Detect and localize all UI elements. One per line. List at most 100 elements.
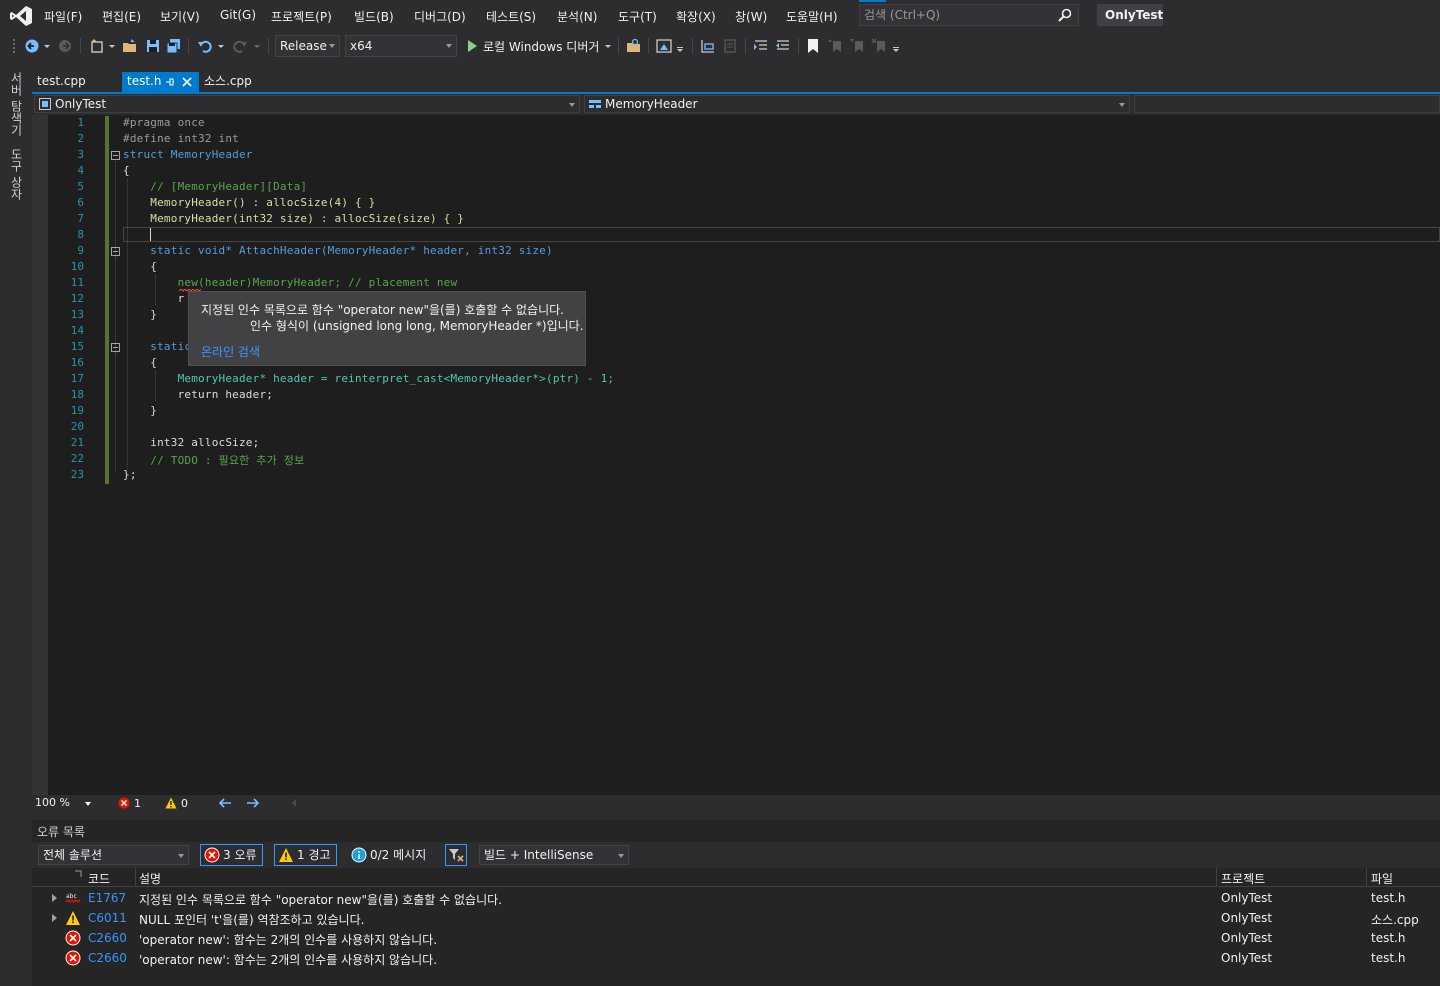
toolbar-overflow-icon[interactable] [892, 38, 900, 54]
error-code-link[interactable]: C2660 [88, 951, 127, 965]
server-explorer-tab[interactable]: 서버 탐색기 [8, 72, 25, 136]
error-code-link[interactable]: C2660 [88, 931, 127, 945]
menu-edit[interactable]: 편집(E) [102, 8, 141, 25]
column-separator[interactable] [1216, 868, 1217, 887]
code-line[interactable]: MemoryHeader(int32 size) : allocSize(siz… [123, 212, 464, 225]
navigate-forward-icon[interactable] [57, 38, 73, 54]
project-scope-select[interactable]: OnlyTest [34, 95, 580, 113]
column-header-code[interactable]: 코드 [88, 870, 110, 887]
code-line[interactable]: { [123, 356, 157, 369]
menu-extensions[interactable]: 확장(X) [676, 8, 716, 25]
code-line[interactable]: MemoryHeader* header = reinterpret_cast<… [123, 372, 614, 385]
code-line[interactable]: struct MemoryHeader [123, 148, 253, 161]
column-header-file[interactable]: 파일 [1371, 870, 1393, 887]
back-dropdown-icon[interactable] [43, 38, 51, 54]
debugger-dropdown-icon[interactable] [604, 38, 612, 54]
code-line[interactable]: { [123, 164, 130, 177]
error-count-icon[interactable] [118, 797, 130, 809]
configuration-select[interactable]: Release [275, 35, 340, 57]
errors-filter-button[interactable]: 3 오류 [200, 844, 263, 866]
code-line[interactable]: // TODO : 필요한 추가 정보 [123, 452, 304, 468]
navigate-back-icon[interactable] [24, 38, 40, 54]
code-line[interactable]: // [MemoryHeader][Data] [123, 180, 307, 193]
previous-issue-icon[interactable] [218, 797, 232, 809]
collapse-struct-icon[interactable] [111, 151, 120, 160]
start-debugging-button[interactable]: 로컬 Windows 디버거 [483, 38, 599, 55]
indent-icon[interactable] [775, 38, 791, 54]
tab-test-cpp[interactable]: test.cpp [32, 72, 122, 92]
search-box[interactable] [859, 4, 1079, 26]
error-scope-select[interactable]: 전체 솔루션 [38, 845, 189, 865]
new-project-icon[interactable] [89, 38, 105, 54]
member-scope-select[interactable] [1134, 95, 1440, 113]
scroll-left-icon[interactable] [290, 799, 298, 807]
error-source-select[interactable]: 빌드 + IntelliSense [479, 845, 629, 865]
table-row[interactable]: C2660 'operator new': 함수는 2개의 인수를 사용하지 않… [32, 948, 1440, 968]
error-code-link[interactable]: E1767 [88, 891, 126, 905]
redo-dropdown-icon[interactable] [253, 38, 261, 54]
platform-select[interactable]: x64 [345, 35, 457, 57]
type-scope-select[interactable]: MemoryHeader [584, 95, 1130, 113]
column-header-project[interactable]: 프로젝트 [1221, 870, 1265, 887]
error-list-title[interactable]: 오류 목록 [37, 823, 85, 840]
error-count[interactable]: 1 [134, 797, 141, 810]
find-in-files-icon[interactable] [626, 38, 642, 54]
bookmark-icon[interactable] [805, 38, 821, 54]
editor-indicator-margin[interactable] [32, 115, 48, 795]
code-line[interactable]: r [123, 292, 185, 305]
undo-icon[interactable] [197, 38, 213, 54]
next-issue-icon[interactable] [246, 797, 260, 809]
column-separator[interactable] [135, 868, 136, 887]
error-code-link[interactable]: C6011 [88, 911, 127, 925]
start-debugging-icon[interactable] [464, 38, 480, 54]
close-icon[interactable] [182, 77, 192, 87]
disabled-tool-icon[interactable] [722, 38, 738, 54]
menu-window[interactable]: 창(W) [735, 8, 767, 25]
table-row[interactable]: C2660 'operator new': 함수는 2개의 인수를 사용하지 않… [32, 928, 1440, 948]
warnings-filter-button[interactable]: 1 경고 [274, 844, 337, 866]
table-row[interactable]: abc E1767 지정된 인수 목록으로 함수 "operator new"을… [32, 888, 1440, 908]
zoom-select[interactable]: 100 % [33, 796, 93, 811]
messages-filter-button[interactable]: 0/2 메시지 [347, 844, 433, 866]
save-all-icon[interactable] [166, 38, 182, 54]
menu-project[interactable]: 프로젝트(P) [271, 8, 332, 25]
expand-row-icon[interactable] [52, 914, 57, 922]
menu-test[interactable]: 테스트(S) [486, 8, 536, 25]
new-project-dropdown-icon[interactable] [108, 38, 116, 54]
menu-tools[interactable]: 도구(T) [618, 8, 657, 25]
tab-test-h[interactable]: test.h [122, 72, 199, 92]
class-view-icon[interactable] [700, 38, 716, 54]
filter-build-button[interactable] [445, 844, 467, 866]
table-row[interactable]: C6011 NULL 포인터 't'을(를) 역참조하고 있습니다. OnlyT… [32, 908, 1440, 928]
menu-view[interactable]: 보기(V) [160, 8, 200, 25]
menu-debug[interactable]: 디버그(D) [414, 8, 466, 25]
search-icon[interactable] [1058, 8, 1072, 22]
code-editor[interactable]: 1 2 3 4 5 6 7 8 9 10 11 12 13 14 15 16 1… [32, 115, 1440, 795]
code-line[interactable]: new(header)MemoryHeader; // placement ne… [123, 276, 458, 289]
menu-analyze[interactable]: 분석(N) [557, 8, 597, 25]
tab-source-cpp[interactable]: 소스.cpp [199, 72, 279, 92]
next-bookmark-icon[interactable] [849, 38, 865, 54]
code-line[interactable]: #define int32 int [123, 132, 239, 145]
code-line[interactable]: MemoryHeader() : allocSize(4) { } [123, 196, 375, 209]
search-input[interactable] [864, 7, 1044, 23]
warning-count-icon[interactable] [165, 797, 177, 809]
previous-bookmark-icon[interactable] [827, 38, 843, 54]
browser-link-dropdown-icon[interactable] [676, 38, 684, 54]
menu-help[interactable]: 도움말(H) [786, 8, 838, 25]
menu-file[interactable]: 파일(F) [44, 8, 82, 25]
save-icon[interactable] [145, 38, 161, 54]
code-line[interactable]: } [123, 404, 157, 417]
toolbox-tab[interactable]: 도구 상자 [8, 148, 25, 200]
expand-row-icon[interactable] [52, 894, 57, 902]
code-line[interactable]: return header; [123, 388, 273, 401]
code-line[interactable]: { [123, 260, 157, 273]
redo-icon[interactable] [232, 38, 248, 54]
code-line[interactable]: } [123, 308, 157, 321]
menu-git[interactable]: Git(G) [220, 8, 256, 22]
code-line[interactable]: }; [123, 468, 137, 481]
column-separator[interactable] [1366, 868, 1367, 887]
code-line[interactable]: static [123, 340, 191, 353]
outdent-icon[interactable] [753, 38, 769, 54]
toolbar-grip-icon[interactable] [12, 38, 18, 54]
